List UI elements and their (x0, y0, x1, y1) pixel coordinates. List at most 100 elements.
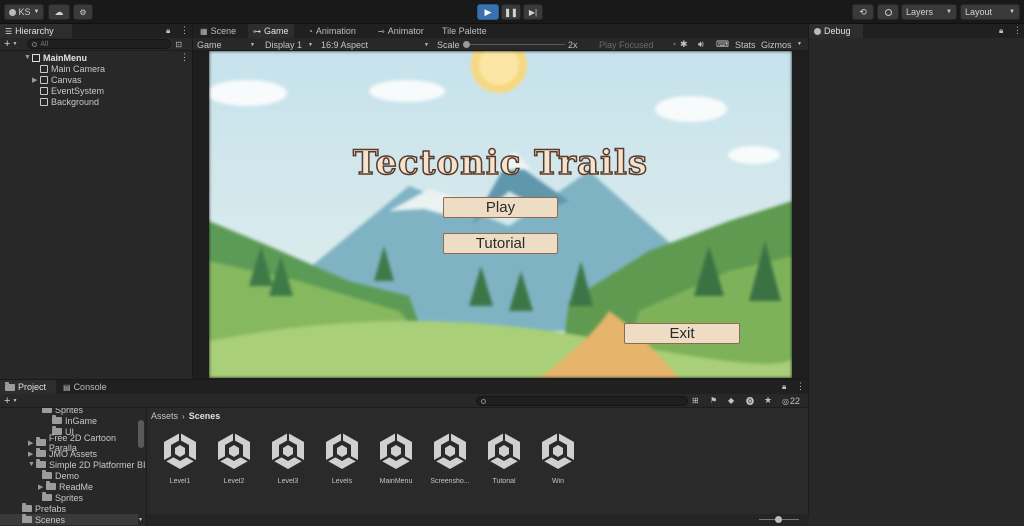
favorite-star-icon[interactable]: ★ (764, 395, 772, 406)
search-by-label-icon[interactable]: ⚑ (710, 396, 717, 405)
lock-icon[interactable]: 🔒︎ (782, 382, 786, 392)
undo-history-button[interactable]: ⟲ (852, 4, 874, 20)
item-label: Background (51, 96, 100, 107)
project-folder-item[interactable]: Prefabs (22, 503, 66, 514)
aspect-dropdown[interactable]: 16:9 Aspect ▼ (319, 39, 431, 50)
scene-asset[interactable]: Level2 (209, 432, 259, 485)
chevron-down-icon[interactable]: ▼ (12, 41, 17, 47)
tab-scene[interactable]: ▦ Scene (195, 24, 241, 38)
tree-scrollbar[interactable] (138, 420, 144, 448)
audio-icon[interactable]: 🔊︎ (698, 39, 704, 50)
project-folder-item[interactable]: ▶ ReadMe (38, 481, 93, 492)
scale-slider[interactable] (465, 44, 565, 45)
project-folder-item[interactable]: Sprites (42, 408, 83, 415)
scene-asset[interactable]: MainMenu (371, 432, 421, 485)
layers-label: Layers (906, 7, 934, 17)
unity-scene-icon (425, 432, 475, 472)
layers-dropdown[interactable]: Layers ▼ (901, 4, 957, 20)
collab-button[interactable]: ⚙ (73, 4, 93, 20)
collapsed-arrow-icon[interactable]: ▶ (28, 450, 36, 458)
project-search-input[interactable] (476, 396, 688, 406)
chevron-down-icon[interactable]: ▼ (797, 41, 802, 47)
folder-label: Sprites (55, 408, 84, 415)
tab-animator[interactable]: ⊸ Animator (373, 24, 429, 38)
stats-button[interactable]: Stats (735, 40, 756, 50)
scene-asset[interactable]: Levels (317, 432, 367, 485)
play-button[interactable]: ▶ (477, 4, 499, 20)
add-icon[interactable]: + (4, 395, 10, 407)
tag-icon[interactable]: ◆ (728, 396, 734, 405)
hidden-packages-toggle[interactable]: ◎ 22 (782, 396, 800, 406)
unity-scene-icon (479, 432, 529, 472)
scene-asset[interactable]: Screensho... (425, 432, 475, 485)
tutorial-menu-button[interactable]: Tutorial (443, 233, 558, 254)
step-button[interactable]: ▶| (523, 4, 543, 20)
breadcrumb-current[interactable]: Scenes (189, 411, 221, 421)
chevron-down-icon[interactable]: ▼ (12, 398, 17, 404)
bug-icon[interactable]: ✱ (680, 39, 688, 50)
exit-menu-button[interactable]: Exit (624, 323, 740, 344)
hierarchy-item[interactable]: Main Camera (40, 63, 105, 74)
gameobject-icon (40, 64, 48, 73)
scroll-down-icon[interactable]: ▼ (138, 517, 143, 523)
more-options-icon[interactable]: ⋮ (180, 25, 189, 36)
collapsed-arrow-icon[interactable]: ▶ (38, 483, 46, 491)
hierarchy-search-input[interactable]: All (27, 39, 172, 49)
search-by-type-icon[interactable]: ⊞ (692, 396, 699, 405)
breadcrumb-root[interactable]: Assets (151, 411, 178, 421)
add-icon[interactable]: + (4, 38, 10, 50)
lock-icon[interactable]: 🔒︎ (999, 26, 1003, 36)
expand-arrow-icon[interactable]: ▶ (32, 76, 40, 84)
scene-asset[interactable]: Win (533, 432, 583, 485)
collapsed-arrow-icon[interactable]: ▶ (28, 439, 36, 447)
hierarchy-item[interactable]: ▶ Canvas (32, 74, 82, 85)
tab-console[interactable]: ▤ Console (58, 380, 112, 394)
tab-hierarchy[interactable]: ☰ Hierarchy (0, 24, 72, 38)
tab-debug[interactable]: Debug (809, 24, 863, 38)
hierarchy-item[interactable]: EventSystem (40, 85, 104, 96)
project-folder-item[interactable]: ▼ Simple 2D Platformer BI (28, 459, 146, 470)
more-options-icon[interactable]: ⋮ (1013, 25, 1022, 36)
search-button[interactable] (877, 4, 899, 20)
play-menu-button[interactable]: Play (443, 197, 558, 218)
hierarchy-tabbar: ☰ Hierarchy 🔒︎ ⋮ (0, 24, 192, 38)
keyboard-icon[interactable]: ⌨ (716, 39, 729, 50)
scene-asset[interactable]: Level3 (263, 432, 313, 485)
project-folder-item[interactable]: Sprites (42, 492, 83, 503)
project-folder-item[interactable]: ▶ Free 2D Cartoon Paralla (28, 433, 146, 453)
scale-slider-handle[interactable] (463, 41, 470, 48)
display-dropdown[interactable]: Display 1 ▼ (263, 39, 315, 50)
folder-icon (22, 514, 32, 523)
play-focused-dropdown[interactable]: Play Focused ▼ (597, 39, 679, 50)
layout-dropdown[interactable]: Layout ▼ (960, 4, 1020, 20)
warning-filter-icon[interactable]: ⓿ (746, 396, 754, 407)
scene-menu-icon[interactable]: ⋮ (180, 52, 189, 63)
pause-button[interactable]: ❚❚ (501, 4, 521, 20)
cloud-button[interactable]: ☁ (48, 4, 70, 20)
account-dropdown[interactable]: KS ▼ (4, 4, 44, 20)
tab-game[interactable]: ⊶ Game (248, 24, 294, 38)
tab-animation[interactable]: ◔ Animation (303, 24, 361, 38)
tab-project[interactable]: Project (0, 380, 56, 394)
project-folder-item[interactable]: ▶ JMO Assets (28, 448, 97, 459)
scene-asset[interactable]: Tutorial (479, 432, 529, 485)
scene-visibility-icon[interactable]: ⊡ (175, 40, 182, 49)
expand-arrow-icon[interactable]: ▼ (24, 54, 32, 61)
project-folder-item[interactable]: Scenes (0, 514, 138, 525)
expanded-arrow-icon[interactable]: ▼ (28, 461, 36, 468)
tab-label: Animator (387, 26, 424, 36)
hierarchy-root[interactable]: ▼ MainMenu (24, 52, 87, 63)
project-folder-item[interactable]: Demo (42, 470, 79, 481)
game-mode-dropdown[interactable]: Game ▼ (195, 39, 257, 50)
scene-asset[interactable]: Level1 (155, 432, 205, 485)
tab-tile-palette[interactable]: Tile Palette (437, 24, 492, 38)
icon-size-slider-handle[interactable] (775, 516, 782, 523)
project-folder-item[interactable]: InGame (52, 415, 97, 426)
scale-value: 2x (568, 40, 578, 50)
lock-icon[interactable]: 🔒︎ (166, 26, 170, 36)
asset-label: Level1 (169, 478, 191, 485)
unity-scene-icon (209, 432, 259, 472)
gizmos-button[interactable]: Gizmos (761, 40, 792, 50)
more-options-icon[interactable]: ⋮ (796, 381, 805, 392)
hierarchy-item[interactable]: Background (40, 96, 99, 107)
